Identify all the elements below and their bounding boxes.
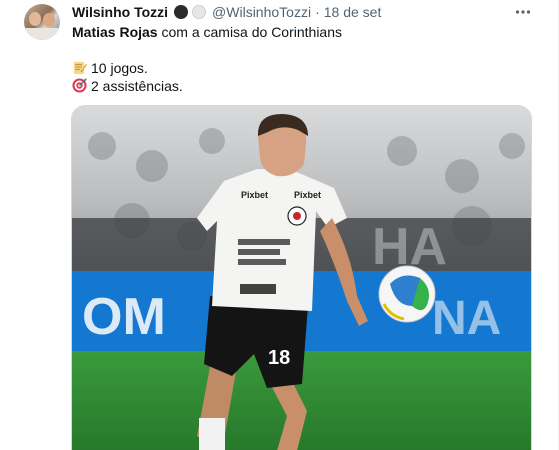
tweet-text-line: 10 jogos.	[72, 59, 532, 77]
svg-text:NA: NA	[432, 292, 501, 345]
affiliate-badge-icon	[192, 5, 207, 19]
mentioned-name[interactable]: Matias Rojas	[72, 24, 158, 40]
avatar-shirt	[24, 28, 60, 40]
tweet-text-rest: com a camisa do Corinthians	[157, 24, 343, 40]
soccer-ball	[378, 265, 436, 323]
tweet-header: Wilsinho Tozzi @WilsinhoTozzi · 18 de se…	[72, 2, 381, 22]
separator-dot: ·	[315, 4, 320, 20]
svg-text:OM: OM	[82, 288, 166, 346]
tweet-text-line: 2 assistências.	[72, 77, 532, 95]
author-handle[interactable]: @WilsinhoTozzi	[212, 4, 311, 20]
player-photo-illustration: HA OM NA 18 Pixbet Pixbet	[72, 106, 531, 450]
shirt-sponsor: Pixbet	[241, 190, 268, 200]
more-horizontal-icon	[515, 10, 531, 14]
tweet-photo[interactable]: HA OM NA 18 Pixbet Pixbet	[71, 105, 532, 450]
tweet[interactable]: Wilsinho Tozzi @WilsinhoTozzi · 18 de se…	[0, 0, 559, 450]
avatar-face	[43, 13, 55, 27]
tweet-text-blank	[72, 41, 532, 59]
affiliate-badge-icon	[174, 5, 189, 19]
avatar-face	[29, 12, 41, 26]
direct-hit-emoji-icon	[72, 78, 87, 93]
svg-text:Pixbet: Pixbet	[294, 190, 321, 200]
tweet-text: Matias Rojas com a camisa do Corinthians…	[72, 23, 532, 95]
memo-emoji-icon	[73, 61, 87, 75]
author-name[interactable]: Wilsinho Tozzi	[72, 4, 168, 20]
tweet-date[interactable]: 18 de set	[324, 4, 382, 20]
tweet-text-line: Matias Rojas com a camisa do Corinthians	[72, 23, 532, 41]
more-options-button[interactable]	[508, 1, 538, 23]
games-count: 10 jogos.	[91, 60, 148, 76]
assists-count: 2 assistências.	[91, 78, 183, 94]
shorts-number: 18	[268, 347, 290, 369]
avatar[interactable]	[24, 4, 60, 40]
